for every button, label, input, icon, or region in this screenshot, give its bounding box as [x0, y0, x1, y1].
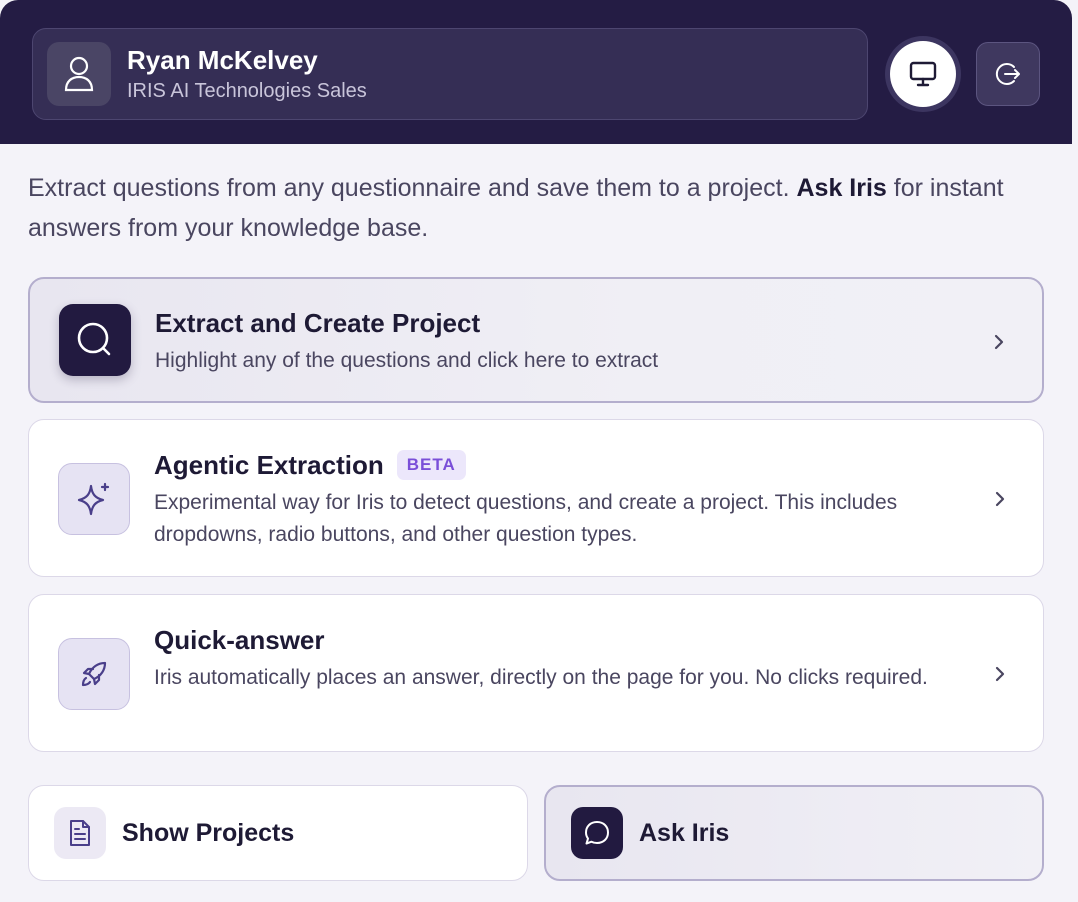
intro-text: Extract questions from any questionnaire…	[28, 168, 1038, 248]
user-name: Ryan McKelvey	[127, 44, 318, 75]
projects-icon-container	[54, 807, 106, 859]
agentic-extraction-option[interactable]: Agentic Extraction BETA Experimental way…	[28, 419, 1044, 577]
logout-icon	[995, 63, 1020, 85]
ask-iris-label: Ask Iris	[639, 818, 730, 847]
chevron-right-icon	[994, 334, 1004, 350]
header: Ryan McKelvey IRIS AI Technologies Sales	[0, 0, 1072, 144]
document-icon	[70, 820, 90, 846]
option-title: Extract and Create Project	[155, 308, 481, 338]
rocket-icon	[81, 661, 107, 687]
monitor-icon	[909, 61, 937, 87]
search-icon	[77, 322, 111, 356]
chevron-right-icon	[995, 666, 1005, 682]
logout-button[interactable]	[976, 42, 1040, 106]
option-icon-container	[58, 638, 130, 710]
user-profile-card[interactable]: Ryan McKelvey IRIS AI Technologies Sales	[32, 28, 868, 120]
chat-bubble-icon	[585, 821, 609, 845]
chevron-right-icon	[995, 491, 1005, 507]
option-description: Highlight any of the questions and click…	[155, 349, 659, 372]
user-org: IRIS AI Technologies Sales	[127, 79, 367, 102]
show-projects-button[interactable]: Show Projects	[28, 785, 528, 881]
ask-iris-button[interactable]: Ask Iris	[544, 785, 1044, 881]
sparkle-icon	[77, 482, 110, 516]
ask-iris-icon-container	[571, 807, 623, 859]
user-avatar	[47, 42, 111, 106]
intro-text-before: Extract questions from any questionnaire…	[28, 174, 797, 202]
user-icon	[64, 56, 94, 92]
option-description: Iris automatically places an answer, dir…	[154, 666, 928, 689]
option-title: Quick-answer	[154, 625, 325, 655]
option-icon-container	[59, 304, 131, 376]
show-projects-label: Show Projects	[122, 818, 295, 847]
option-icon-container	[58, 463, 130, 535]
option-title: Agentic Extraction BETA	[154, 449, 466, 481]
option-description: Experimental way for Iris to detect ques…	[154, 491, 898, 546]
quick-answer-option[interactable]: Quick-answer Iris automatically places a…	[28, 594, 1044, 752]
option-title-text: Agentic Extraction	[154, 450, 384, 480]
extract-create-project-option[interactable]: Extract and Create Project Highlight any…	[28, 277, 1044, 403]
intro-highlight: Ask Iris	[796, 174, 887, 202]
monitor-button[interactable]	[890, 41, 956, 107]
beta-badge: BETA	[396, 450, 466, 480]
